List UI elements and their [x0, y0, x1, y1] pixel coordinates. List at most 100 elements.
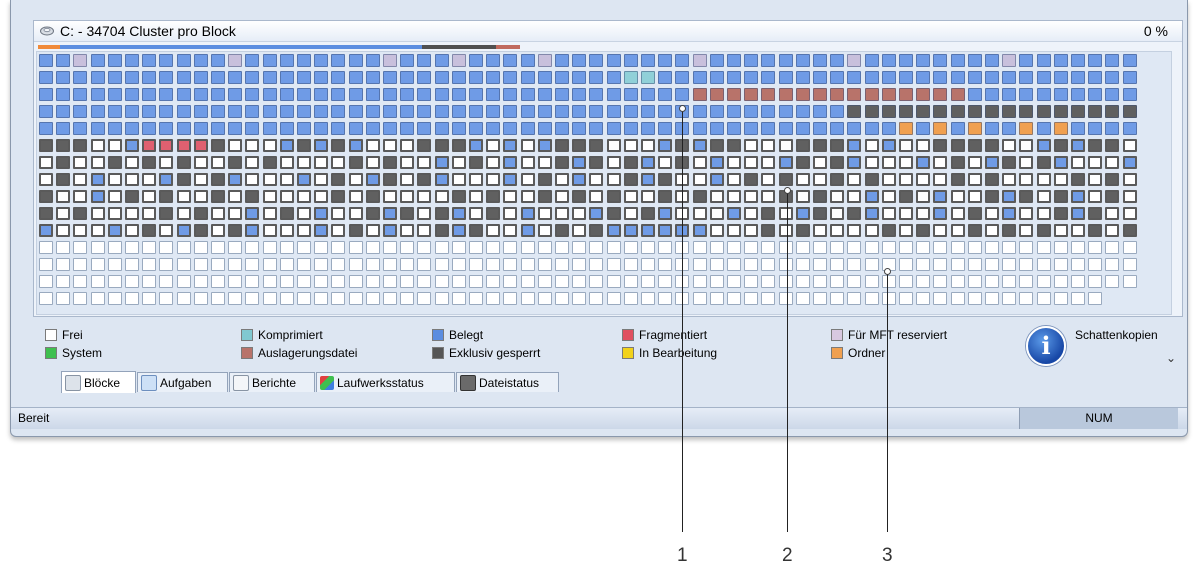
cluster-block[interactable] — [73, 71, 88, 84]
cluster-block[interactable] — [1036, 292, 1051, 305]
cluster-block[interactable] — [314, 275, 329, 288]
cluster-block[interactable] — [847, 156, 862, 169]
cluster-block[interactable] — [434, 105, 449, 118]
cluster-block[interactable] — [950, 207, 965, 220]
cluster-block[interactable] — [503, 292, 518, 305]
cluster-block[interactable] — [279, 258, 294, 271]
cluster-block[interactable] — [417, 241, 432, 254]
cluster-block[interactable] — [245, 241, 260, 254]
cluster-block[interactable] — [985, 224, 999, 237]
cluster-block[interactable] — [589, 207, 604, 220]
cluster-block[interactable] — [279, 224, 294, 237]
cluster-block[interactable] — [211, 156, 225, 169]
cluster-block[interactable] — [1053, 173, 1068, 186]
cluster-block[interactable] — [365, 139, 380, 152]
cluster-block[interactable] — [761, 71, 776, 84]
cluster-block[interactable] — [778, 207, 793, 220]
cluster-block[interactable] — [486, 275, 501, 288]
cluster-block[interactable] — [73, 139, 88, 152]
cluster-block[interactable] — [469, 156, 483, 169]
cluster-block[interactable] — [606, 258, 621, 271]
cluster-block[interactable] — [90, 241, 105, 254]
cluster-block[interactable] — [142, 122, 157, 135]
cluster-block[interactable] — [245, 258, 260, 271]
cluster-block[interactable] — [193, 139, 208, 152]
cluster-block[interactable] — [348, 122, 363, 135]
cluster-block[interactable] — [795, 139, 810, 152]
cluster-block[interactable] — [899, 122, 913, 135]
cluster-block[interactable] — [90, 207, 105, 220]
cluster-block[interactable] — [709, 139, 724, 152]
cluster-block[interactable] — [864, 224, 879, 237]
cluster-block[interactable] — [176, 292, 191, 305]
cluster-block[interactable] — [967, 71, 982, 84]
cluster-block[interactable] — [537, 275, 552, 288]
cluster-block[interactable] — [365, 275, 380, 288]
cluster-block[interactable] — [331, 88, 346, 101]
cluster-block[interactable] — [589, 88, 604, 101]
cluster-block[interactable] — [692, 241, 707, 254]
cluster-block[interactable] — [211, 71, 225, 84]
cluster-block[interactable] — [1071, 173, 1085, 186]
cluster-block[interactable] — [107, 139, 122, 152]
cluster-block[interactable] — [279, 292, 294, 305]
cluster-block[interactable] — [262, 71, 277, 84]
cluster-block[interactable] — [658, 139, 673, 152]
cluster-block[interactable] — [1071, 71, 1085, 84]
cluster-block[interactable] — [881, 122, 896, 135]
cluster-block[interactable] — [916, 54, 931, 67]
cluster-block[interactable] — [400, 241, 415, 254]
cluster-block[interactable] — [881, 54, 896, 67]
cluster-block[interactable] — [555, 275, 569, 288]
cluster-block[interactable] — [606, 139, 621, 152]
cluster-block[interactable] — [1019, 173, 1034, 186]
cluster-block[interactable] — [107, 190, 122, 203]
cluster-block[interactable] — [572, 292, 587, 305]
cluster-block[interactable] — [641, 139, 655, 152]
cluster-block[interactable] — [228, 156, 243, 169]
cluster-block[interactable] — [125, 88, 139, 101]
cluster-block[interactable] — [830, 224, 845, 237]
cluster-block[interactable] — [1053, 54, 1068, 67]
cluster-block[interactable] — [383, 88, 397, 101]
cluster-block[interactable] — [641, 173, 655, 186]
cluster-block[interactable] — [709, 241, 724, 254]
cluster-block[interactable] — [1019, 224, 1034, 237]
cluster-block[interactable] — [1019, 54, 1034, 67]
cluster-block[interactable] — [864, 71, 879, 84]
cluster-block[interactable] — [813, 105, 827, 118]
cluster-block[interactable] — [1019, 122, 1034, 135]
cluster-block[interactable] — [555, 88, 569, 101]
cluster-block[interactable] — [1053, 139, 1068, 152]
cluster-block[interactable] — [348, 275, 363, 288]
cluster-block[interactable] — [761, 122, 776, 135]
cluster-block[interactable] — [950, 224, 965, 237]
cluster-block[interactable] — [262, 173, 277, 186]
cluster-block[interactable] — [641, 122, 655, 135]
cluster-block[interactable] — [1053, 122, 1068, 135]
cluster-block[interactable] — [90, 105, 105, 118]
cluster-block[interactable] — [795, 258, 810, 271]
cluster-block[interactable] — [39, 224, 53, 237]
cluster-block[interactable] — [486, 71, 501, 84]
cluster-block[interactable] — [1122, 122, 1137, 135]
cluster-block[interactable] — [795, 173, 810, 186]
cluster-block[interactable] — [417, 105, 432, 118]
cluster-block[interactable] — [881, 139, 896, 152]
cluster-block[interactable] — [469, 139, 483, 152]
cluster-block[interactable] — [211, 54, 225, 67]
cluster-block[interactable] — [262, 241, 277, 254]
cluster-block[interactable] — [623, 292, 638, 305]
cluster-block[interactable] — [1088, 156, 1103, 169]
cluster-block[interactable] — [365, 207, 380, 220]
cluster-block[interactable] — [125, 139, 139, 152]
cluster-block[interactable] — [709, 54, 724, 67]
cluster-block[interactable] — [383, 207, 397, 220]
cluster-block[interactable] — [417, 156, 432, 169]
cluster-block[interactable] — [606, 292, 621, 305]
cluster-block[interactable] — [228, 139, 243, 152]
cluster-block[interactable] — [434, 258, 449, 271]
cluster-block[interactable] — [1019, 156, 1034, 169]
cluster-block[interactable] — [486, 258, 501, 271]
cluster-block[interactable] — [39, 88, 53, 101]
